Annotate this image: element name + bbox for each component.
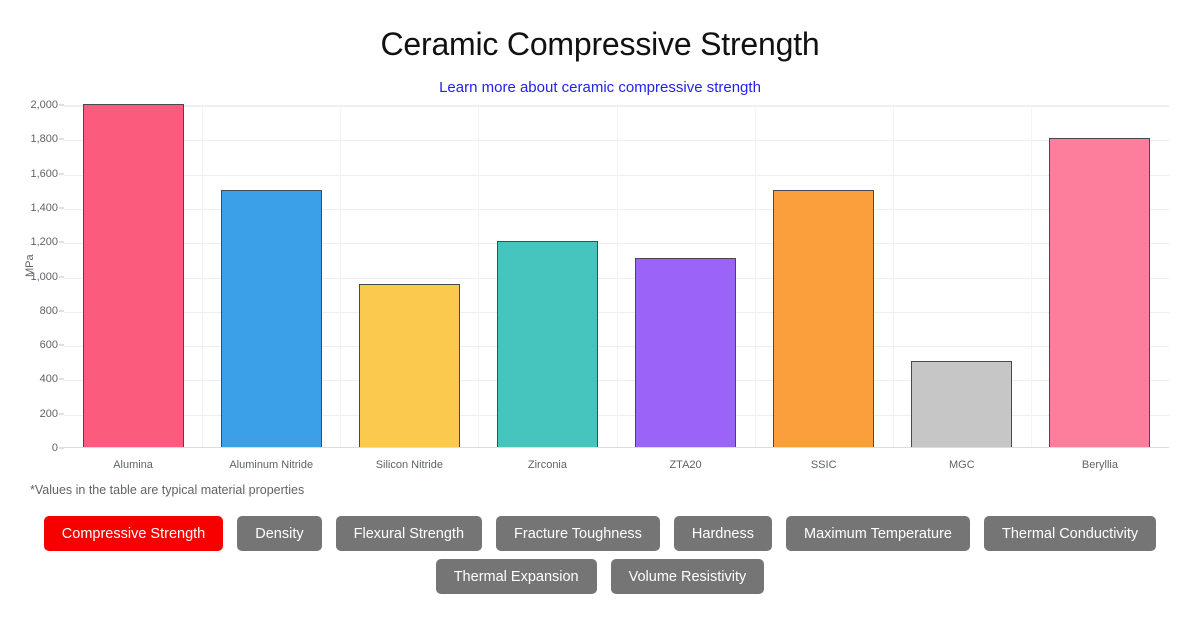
y-axis-tick-label: 1,800 (30, 133, 58, 146)
property-tab-compressive-strength[interactable]: Compressive Strength (43, 516, 224, 551)
x-axis-tick-label: SSIC (810, 459, 837, 471)
bar-zirconia[interactable] (496, 241, 598, 447)
gridline-vertical (478, 106, 479, 447)
y-axis-tick-label: 0 (51, 442, 58, 454)
bar-ssic[interactable] (773, 189, 875, 447)
y-axis-tick-label: 1,600 (30, 167, 58, 180)
bars-container (64, 104, 1169, 447)
gridline-vertical (1031, 106, 1032, 447)
y-axis-tick-label: 2,000 (30, 99, 58, 111)
y-axis-tick-label: 1,400 (30, 201, 58, 214)
x-axis-tick-label: ZTA20 (669, 459, 702, 471)
gridline-vertical (893, 106, 894, 447)
x-axis-tick-label: Zirconia (527, 459, 567, 471)
bar-beryllia[interactable] (1049, 138, 1151, 447)
bar-mgc[interactable] (911, 361, 1013, 447)
bar-zta20[interactable] (635, 258, 737, 447)
property-tab-fracture-toughness[interactable]: Fracture Toughness (496, 516, 660, 551)
learn-more-link[interactable]: Learn more about ceramic compressive str… (0, 79, 1200, 96)
bar-silicon-nitride[interactable] (358, 284, 460, 447)
y-axis-tick-label: 1,000 (30, 270, 58, 283)
gridline-vertical (340, 106, 341, 447)
x-axis-tick-label: MGC (948, 459, 975, 471)
gridline-vertical (617, 106, 618, 447)
x-axis-tick-label: Silicon Nitride (375, 459, 443, 471)
property-tab-row-primary: Compressive Strength Density Flexural Stre… (0, 516, 1200, 551)
bar-aluminum-nitride[interactable] (220, 189, 322, 447)
property-tab-flexural-strength[interactable]: Flexural Strength (335, 516, 483, 551)
y-axis-tick-label: 400 (39, 373, 58, 386)
y-axis-tick-label: 600 (39, 339, 58, 352)
y-axis-tick-label: 800 (39, 304, 58, 317)
x-axis-tick-label: Alumina (113, 459, 153, 471)
x-axis-tick-label: Beryllia (1081, 459, 1118, 471)
property-tab-volume-resistivity[interactable]: Volume Resistivity (610, 559, 765, 594)
property-tab-density[interactable]: Density (237, 516, 322, 551)
gridline-vertical (755, 106, 756, 447)
property-tab-row-secondary: Thermal Expansion Volume Resistivity (0, 559, 1200, 594)
property-tab-hardness[interactable]: Hardness (673, 516, 772, 551)
plot-area (64, 104, 1169, 448)
page-title: Ceramic Compressive Strength (380, 26, 820, 62)
property-tab-thermal-expansion[interactable]: Thermal Expansion (435, 559, 597, 594)
property-tab-thermal-conductivity[interactable]: Thermal Conductivity (984, 516, 1157, 551)
x-axis-tick-label: Aluminum Nitride (229, 459, 314, 471)
bar-alumina[interactable] (82, 104, 184, 447)
footnote: *Values in the table are typical materia… (30, 483, 305, 497)
chart-page: Ceramic Compressive Strength Learn more … (0, 0, 1200, 620)
property-tab-maximum-temperature[interactable]: Maximum Temperature (785, 516, 970, 551)
y-axis-tick-label: 1,200 (30, 236, 58, 249)
y-axis-tick-label: 200 (39, 407, 58, 420)
gridline-vertical (202, 106, 203, 447)
